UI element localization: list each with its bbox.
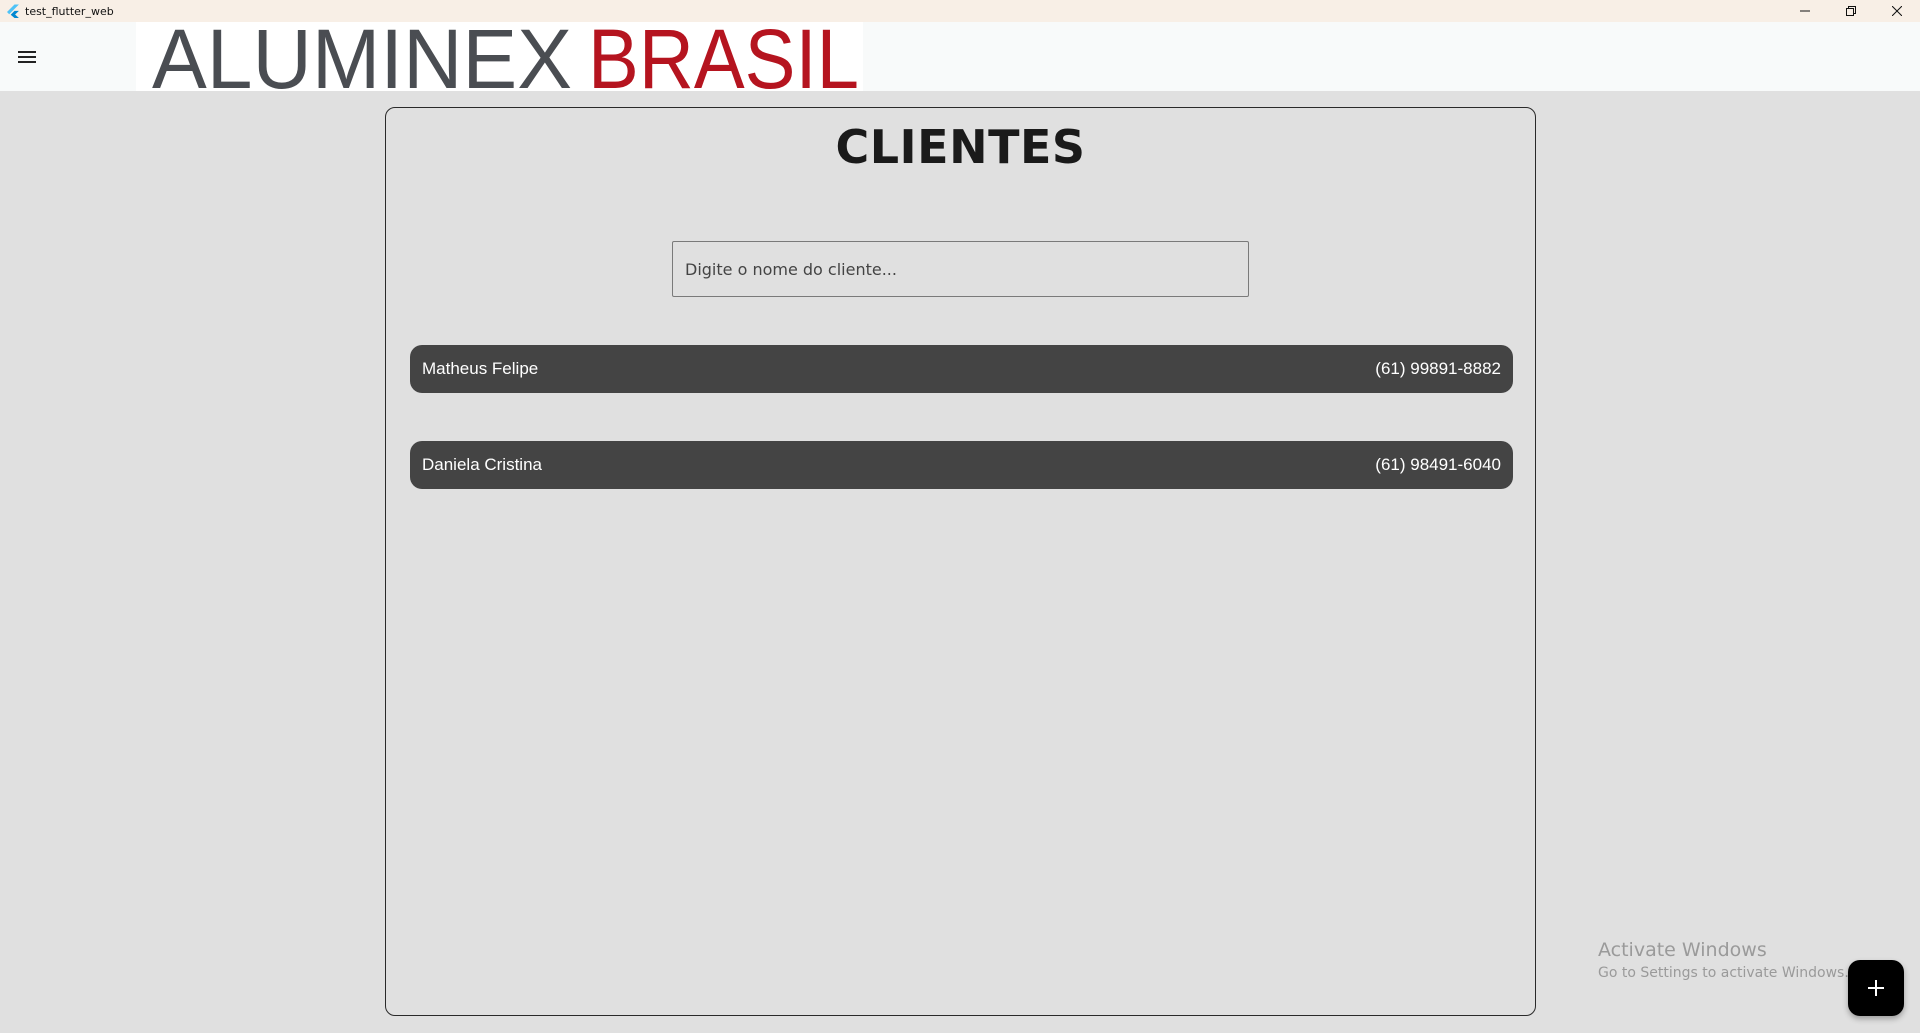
menu-button[interactable] <box>14 44 40 70</box>
hamburger-menu-icon <box>18 51 36 63</box>
plus-icon <box>1868 980 1884 996</box>
watermark-subtitle: Go to Settings to activate Windows. <box>1598 965 1849 981</box>
activation-watermark: Activate Windows Go to Settings to activ… <box>1598 937 1849 983</box>
client-row[interactable]: Matheus Felipe (61) 99891-8882 <box>410 345 1513 393</box>
add-client-button[interactable] <box>1848 960 1904 1016</box>
window-title: test_flutter_web <box>25 4 114 18</box>
flutter-icon <box>7 4 19 18</box>
restore-icon <box>1846 6 1856 16</box>
close-button[interactable] <box>1874 0 1920 22</box>
client-search-input[interactable] <box>672 241 1249 297</box>
minimize-button[interactable] <box>1782 0 1828 22</box>
close-icon <box>1892 6 1902 16</box>
client-phone: (61) 98491-6040 <box>1375 455 1501 474</box>
restore-button[interactable] <box>1828 0 1874 22</box>
page-title: CLIENTES <box>835 120 1086 174</box>
app-bar: ALUMINEX BRASIL <box>0 22 1920 91</box>
window-titlebar: test_flutter_web <box>0 0 1920 22</box>
logo-text-brasil: BRASIL <box>588 22 859 91</box>
client-phone: (61) 99891-8882 <box>1375 359 1501 378</box>
minimize-icon <box>1800 10 1810 12</box>
logo-text-aluminex: ALUMINEX <box>152 22 572 91</box>
client-name: Matheus Felipe <box>422 359 539 378</box>
clients-card: CLIENTES Matheus Felipe (61) 99891-8882 … <box>385 107 1536 1016</box>
watermark-title: Activate Windows <box>1598 939 1767 961</box>
client-row[interactable]: Daniela Cristina (61) 98491-6040 <box>410 441 1513 489</box>
company-logo: ALUMINEX BRASIL <box>136 22 863 91</box>
window-controls <box>1782 0 1920 22</box>
client-name: Daniela Cristina <box>422 455 542 474</box>
